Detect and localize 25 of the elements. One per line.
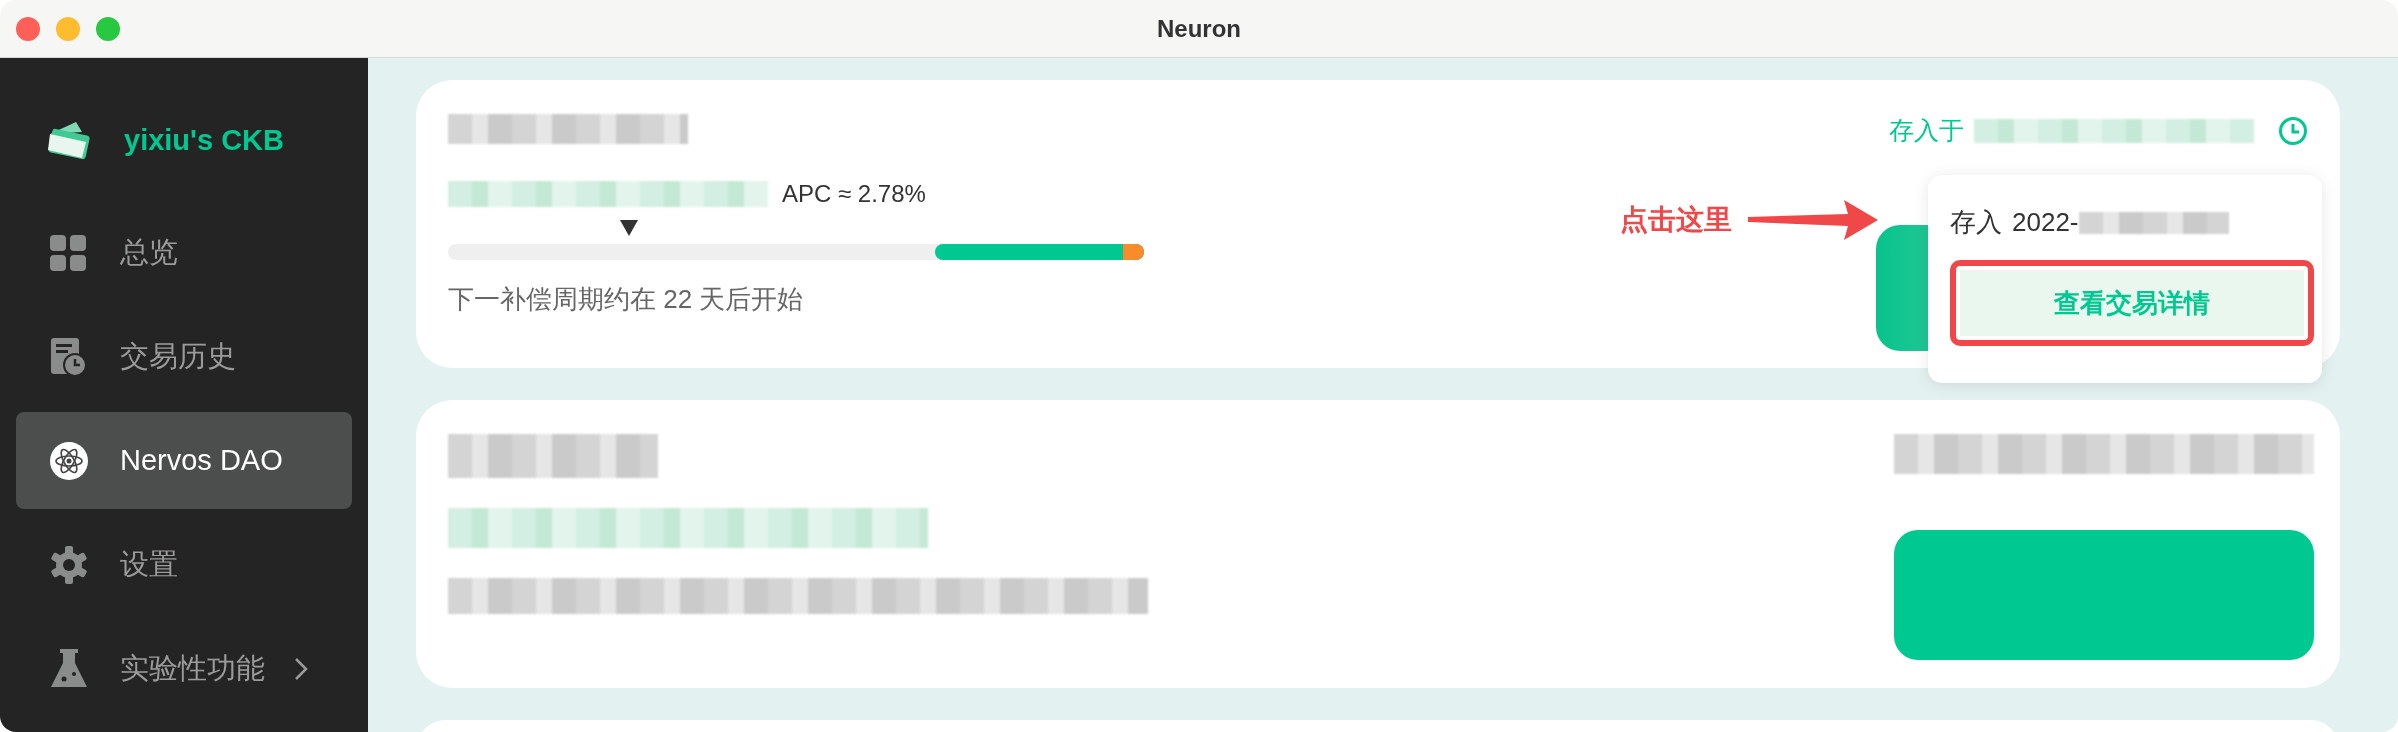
- flask-icon: [50, 648, 88, 689]
- apc-text: APC ≈ 2.78%: [782, 180, 926, 208]
- sidebar-item[interactable]: 设置: [16, 516, 352, 613]
- atom-icon: [50, 441, 88, 480]
- arrow-icon: [1748, 200, 1878, 240]
- history-icon: [50, 337, 86, 376]
- sidebar-item[interactable]: 总览: [16, 204, 352, 301]
- next-cycle-text: 下一补偿周期约在 22 天后开始: [448, 284, 804, 314]
- sidebar-item[interactable]: Nervos DAO: [16, 412, 352, 509]
- clock-icon[interactable]: [2278, 115, 2308, 146]
- zoom-button[interactable]: [96, 16, 120, 41]
- settings-icon: [50, 545, 88, 584]
- window-title: Neuron: [1157, 14, 1241, 42]
- sidebar-item[interactable]: 实验性功能: [16, 620, 352, 717]
- sidebar-item[interactable]: 交易历史: [16, 308, 352, 405]
- wallet-name: yixiu's CKB: [124, 123, 284, 157]
- marker-icon: [620, 220, 638, 236]
- grid-icon: [50, 234, 86, 271]
- minimize-button[interactable]: [56, 16, 80, 41]
- wallet-icon: [48, 120, 90, 160]
- annotation-text: 点击这里: [1620, 203, 1732, 237]
- deposit-label: 存入于: [1889, 115, 1964, 146]
- deposit-label: 存入: [1950, 206, 2002, 239]
- close-button[interactable]: [16, 16, 40, 41]
- deposit-date: 2022-: [2012, 207, 2079, 238]
